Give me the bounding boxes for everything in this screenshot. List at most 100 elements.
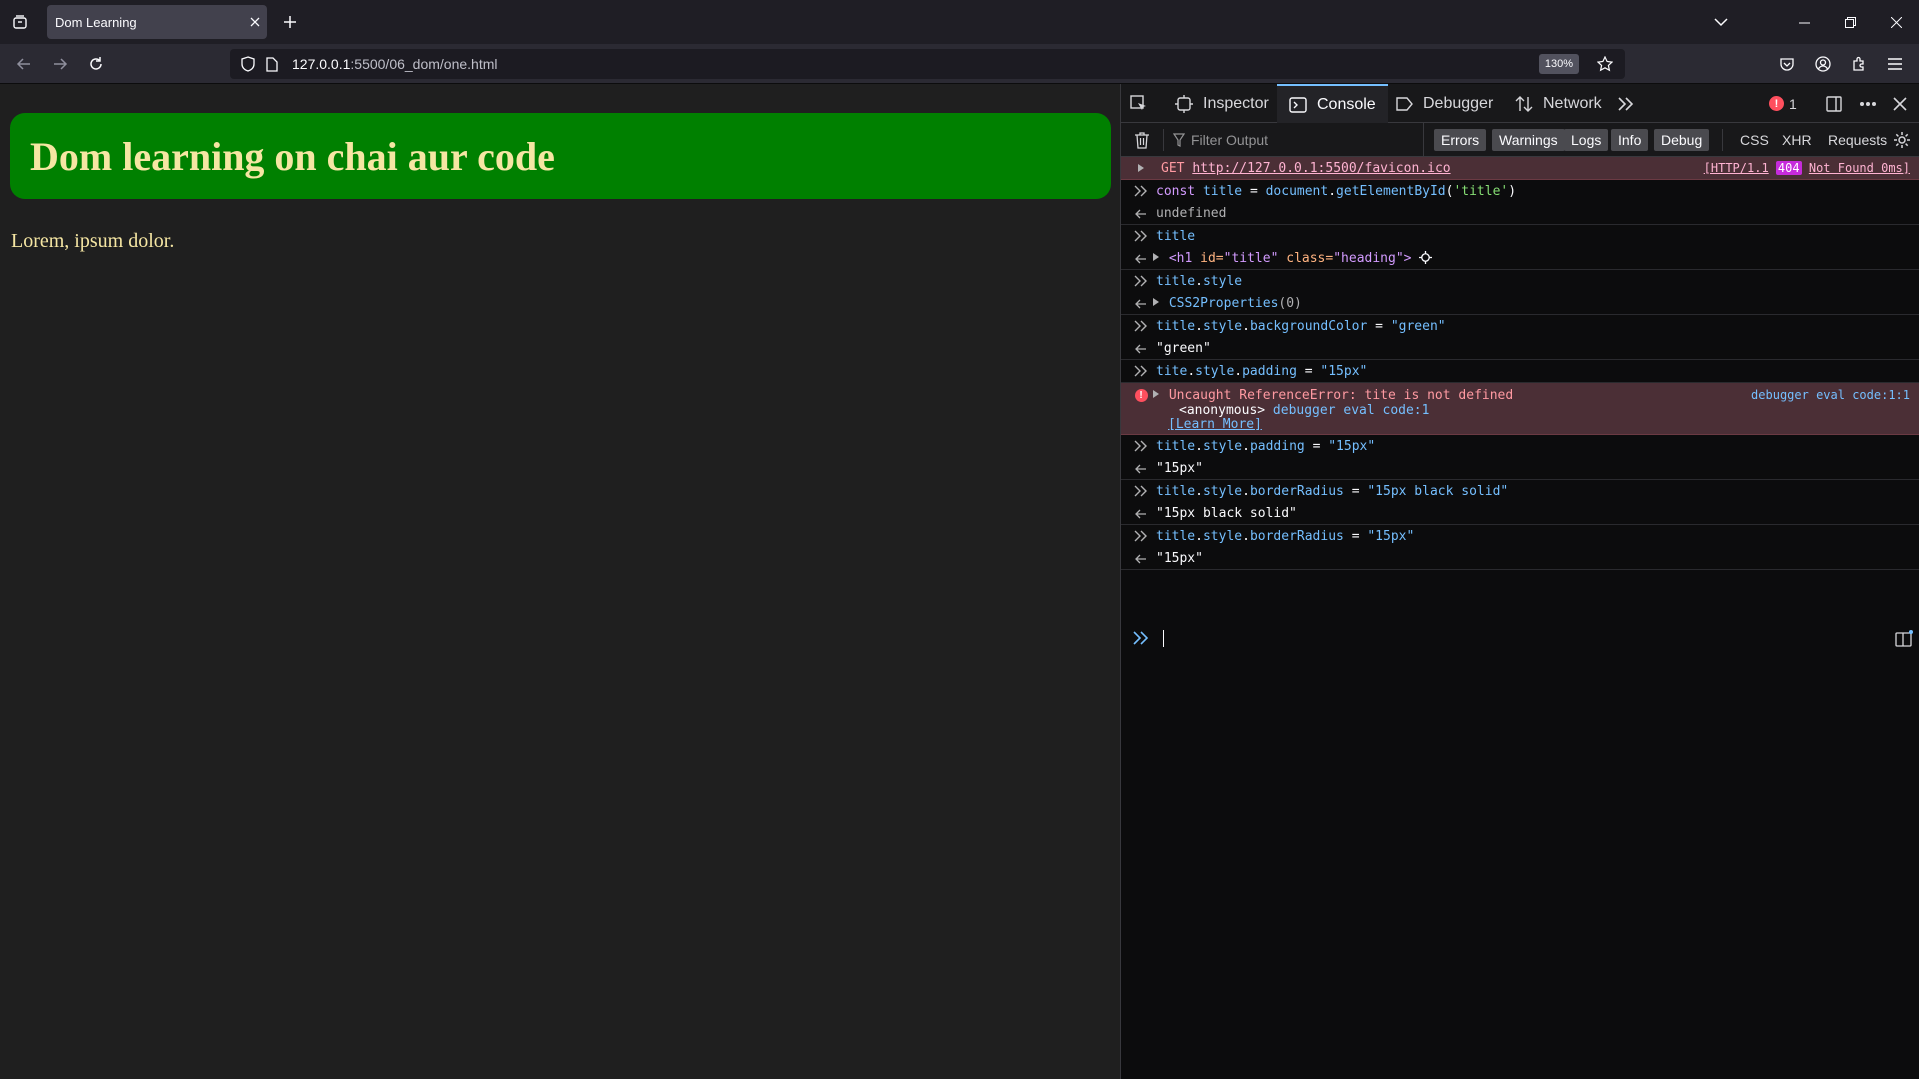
zoom-level-badge[interactable]: 130%: [1538, 54, 1579, 74]
filter-debug-button[interactable]: Debug: [1654, 129, 1710, 151]
separator: [1163, 129, 1164, 151]
hamburger-menu-icon[interactable]: [1877, 48, 1913, 80]
code-token: title: [1156, 439, 1196, 454]
tab-debugger[interactable]: Debugger: [1393, 84, 1493, 123]
pocket-icon[interactable]: [1769, 48, 1805, 80]
console-input[interactable]: [1121, 625, 1919, 651]
filter-xhr-button[interactable]: XHR: [1775, 129, 1819, 151]
debugger-icon: [1393, 93, 1415, 115]
result-arrow-icon: [1133, 461, 1149, 477]
network-status[interactable]: [HTTP/1.1 404 Not Found 0ms]: [1704, 161, 1910, 175]
code-token: document: [1265, 184, 1329, 199]
console-result-entry: undefined: [1121, 203, 1919, 225]
learn-more-link[interactable]: [Learn More]: [1168, 417, 1262, 432]
status-protocol: [HTTP/1.1: [1703, 161, 1769, 175]
filter-logs-button[interactable]: Logs: [1564, 129, 1609, 151]
tab-inspector[interactable]: Inspector: [1173, 84, 1269, 123]
account-icon[interactable]: [1805, 48, 1841, 80]
console-input-entry[interactable]: title.style: [1121, 270, 1919, 293]
result-arrow-icon: [1133, 341, 1149, 357]
console-input-entry[interactable]: title.style.borderRadius = "15px black s…: [1121, 480, 1919, 503]
stack-src-link[interactable]: debugger eval code:1: [1273, 403, 1430, 418]
url-text[interactable]: 127.0.0.1:5500/06_dom/one.html: [292, 56, 498, 72]
console-input-text: title: [1156, 229, 1196, 244]
console-input-entry[interactable]: title.style.backgroundColor = "green": [1121, 315, 1919, 338]
console-input-entry[interactable]: title.style.borderRadius = "15px": [1121, 525, 1919, 548]
forward-arrow-icon[interactable]: [48, 52, 72, 76]
close-window-icon[interactable]: [1873, 0, 1919, 44]
network-log-text: GET http://127.0.0.1:5500/favicon.ico: [1161, 161, 1451, 176]
text-cursor: [1163, 630, 1164, 647]
star-icon[interactable]: [1593, 52, 1617, 76]
new-tab-icon[interactable]: [278, 10, 302, 34]
editor-mode-icon[interactable]: [1894, 629, 1914, 649]
console-input-text: tite.style.padding = "15px": [1156, 364, 1368, 379]
triangle-right-icon[interactable]: [1151, 252, 1161, 262]
triangle-right-icon[interactable]: [1133, 160, 1149, 176]
console-input-entry[interactable]: title: [1121, 225, 1919, 248]
error-count-indicator[interactable]: ! 1: [1769, 84, 1797, 123]
browser-tab[interactable]: Dom Learning: [47, 5, 267, 39]
shield-icon[interactable]: [238, 54, 258, 74]
error-source-link[interactable]: debugger eval code:1:1: [1751, 388, 1910, 402]
tab-console-label: Console: [1317, 95, 1376, 113]
code-token: padding: [1249, 439, 1305, 454]
console-result-entry[interactable]: <h1 id="title" class="heading">: [1121, 248, 1919, 270]
triangle-right-icon[interactable]: [1151, 297, 1161, 307]
tab-debugger-label: Debugger: [1423, 94, 1494, 112]
devtools-toolbar: Inspector Console Debugger Network ! 1: [1121, 84, 1919, 123]
filter-requests-button[interactable]: Requests: [1821, 129, 1894, 151]
page-viewport: Dom learning on chai aur code Lorem, ips…: [0, 84, 1120, 1079]
code-token: <h1: [1168, 251, 1193, 266]
code-token: "green": [1390, 319, 1446, 334]
filter-info-button[interactable]: Info: [1611, 129, 1649, 151]
filter-errors-button[interactable]: Errors: [1434, 129, 1487, 151]
restore-icon[interactable]: [1827, 0, 1873, 44]
code-token: "title": [1223, 251, 1279, 266]
tab-console[interactable]: Console: [1277, 84, 1388, 123]
dock-side-icon[interactable]: [1825, 84, 1843, 123]
filter-output-input[interactable]: Filter Output: [1173, 127, 1423, 153]
chevron-down-icon[interactable]: [1708, 10, 1734, 34]
extensions-icon[interactable]: [1841, 48, 1877, 80]
tab-list-icon[interactable]: [8, 10, 32, 34]
reload-icon[interactable]: [84, 52, 108, 76]
code-token: title: [1156, 529, 1196, 544]
back-arrow-icon[interactable]: [12, 52, 36, 76]
code-token: style: [1195, 364, 1235, 379]
stack-fn: <anonymous>: [1179, 403, 1266, 418]
console-input-entry[interactable]: tite.style.padding = "15px": [1121, 360, 1919, 383]
filter-warnings-button[interactable]: Warnings: [1492, 129, 1565, 151]
request-url[interactable]: http://127.0.0.1:5500/favicon.ico: [1192, 161, 1450, 176]
code-token: style: [1202, 484, 1243, 499]
close-devtools-icon[interactable]: [1893, 84, 1907, 123]
console-input-entry[interactable]: title.style.padding = "15px": [1121, 435, 1919, 458]
code-token: title: [1156, 319, 1196, 334]
more-tabs-icon[interactable]: [1617, 84, 1635, 123]
code-token: "heading": [1333, 251, 1404, 266]
close-tab-icon[interactable]: [243, 10, 267, 34]
window-controls: [1781, 0, 1919, 44]
console-result-entry: "15px": [1121, 548, 1919, 570]
filter-css-button[interactable]: CSS: [1733, 129, 1776, 151]
result-arrow-icon: [1133, 551, 1149, 567]
console-result-entry[interactable]: CSS2Properties(0): [1121, 293, 1919, 315]
error-stack-frame: <anonymous> debugger eval code:1: [1179, 403, 1429, 418]
more-options-icon[interactable]: [1859, 84, 1877, 123]
triangle-right-icon[interactable]: [1151, 389, 1161, 399]
trash-icon[interactable]: [1131, 129, 1153, 151]
code-token: =: [1249, 184, 1258, 199]
element-picker-icon[interactable]: [1129, 84, 1149, 123]
network-log-row[interactable]: GET http://127.0.0.1:5500/favicon.ico [H…: [1121, 157, 1919, 180]
page-icon[interactable]: [262, 54, 282, 74]
url-host: 127.0.0.1: [292, 56, 351, 72]
minimize-icon[interactable]: [1781, 0, 1827, 44]
crosshair-icon[interactable]: [1419, 251, 1433, 264]
tab-network[interactable]: Network: [1513, 84, 1602, 123]
console-input-text: title.style.borderRadius = "15px black s…: [1156, 484, 1509, 499]
input-prompt-icon: [1133, 528, 1149, 544]
console-input-entry[interactable]: const title = document.getElementById('t…: [1121, 180, 1919, 203]
address-bar[interactable]: 127.0.0.1:5500/06_dom/one.html 130%: [230, 49, 1625, 79]
console-error-entry[interactable]: ! Uncaught ReferenceError: tite is not d…: [1121, 383, 1919, 435]
gear-icon[interactable]: [1891, 129, 1913, 151]
